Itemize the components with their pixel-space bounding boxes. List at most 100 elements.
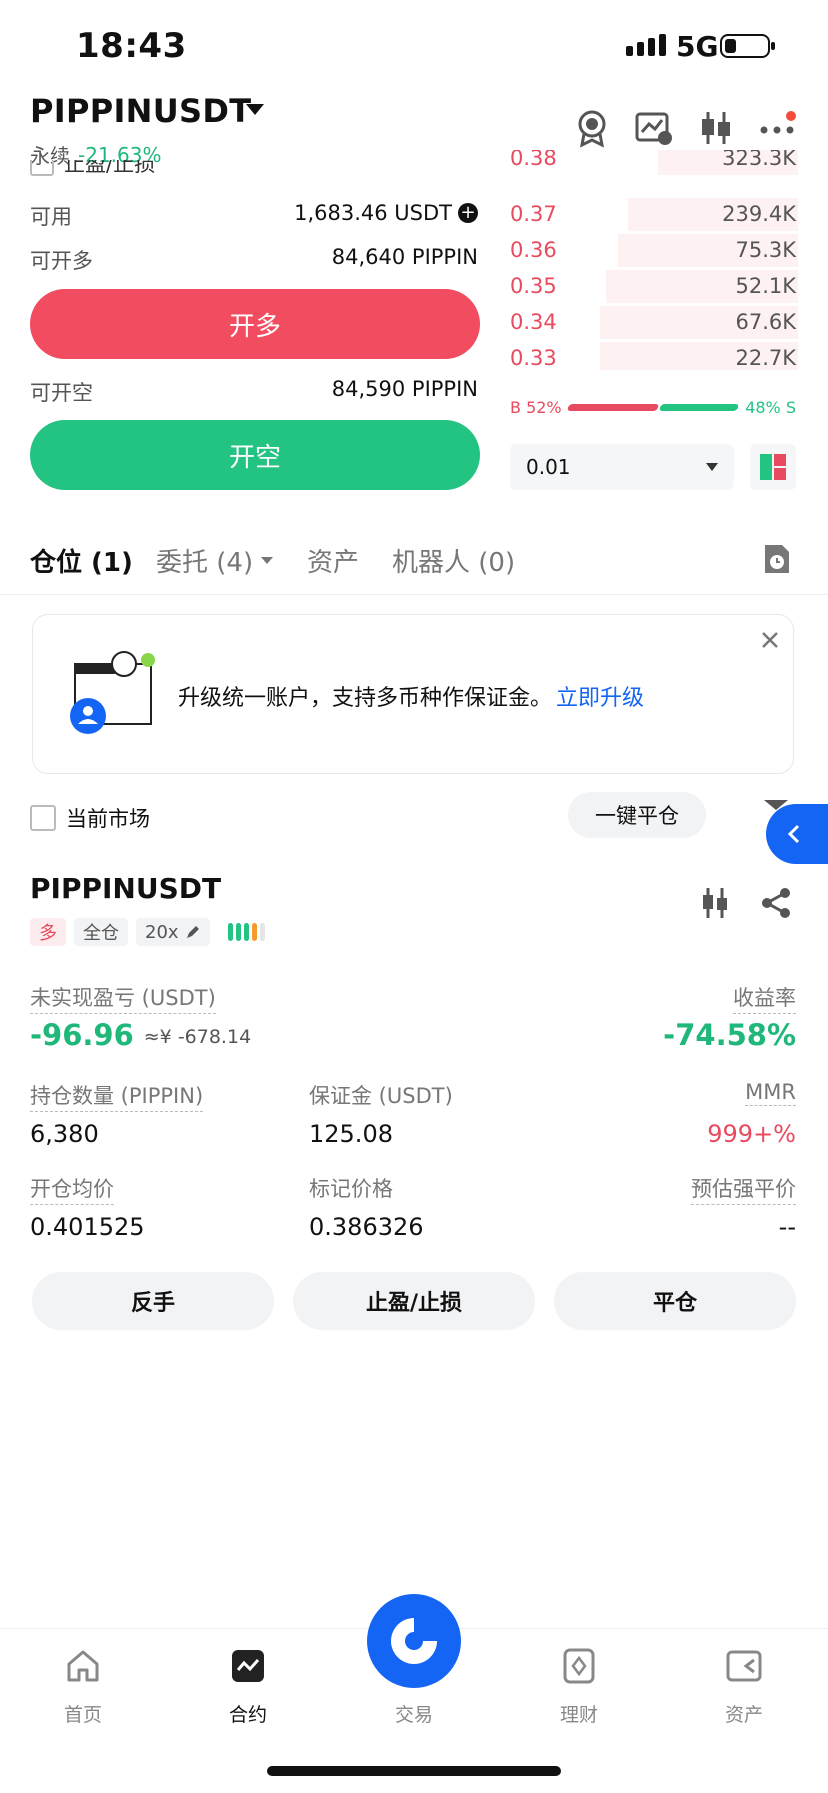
ask-qty: 239.4K [722, 202, 796, 226]
banner-text: 升级统一账户，支持多币种作保证金。 [178, 686, 553, 711]
open-short-value: 84,590 PIPPIN [331, 377, 478, 401]
sell-ratio: 48% S [745, 398, 796, 417]
mark-price-value: 0.386326 [309, 1213, 424, 1241]
upnl-label[interactable]: 未实现盈亏 (USDT) [30, 982, 216, 1014]
risk-level-icon [227, 923, 265, 941]
history-icon[interactable] [762, 542, 792, 576]
liq-price-label[interactable]: 预估强平价 [691, 1173, 796, 1205]
side-tag: 多 [30, 918, 66, 946]
margin-label: 保证金 (USDT) [309, 1084, 453, 1108]
ask-price: 0.38 [510, 150, 557, 170]
earn-icon [559, 1646, 599, 1686]
nav-assets-label: 资产 [724, 1704, 763, 1726]
size-value: 6,380 [30, 1120, 99, 1148]
roe-label[interactable]: 收益率 [733, 982, 796, 1014]
nav-trade-label[interactable]: 交易 [364, 1700, 464, 1727]
leverage-tag[interactable]: 20x [136, 918, 210, 946]
symbol-title[interactable]: PIPPINUSDT [30, 92, 251, 130]
ask-qty: 75.3K [735, 238, 796, 262]
close-position-button[interactable]: 平仓 [554, 1272, 796, 1330]
side-drawer-handle[interactable] [766, 804, 828, 864]
tab-orders-label: 委托 (4) [156, 548, 254, 578]
ask-price: 0.33 [510, 346, 557, 370]
account-illustration-icon [70, 650, 160, 736]
wallet-icon [724, 1646, 764, 1686]
chevron-down-icon [261, 557, 274, 564]
upnl-value: -96.96 [30, 1018, 134, 1052]
home-icon [63, 1646, 103, 1686]
ask-price: 0.37 [510, 202, 557, 226]
orderbook-layout-icon[interactable] [750, 444, 796, 490]
edit-icon [186, 926, 199, 938]
nav-home-label: 首页 [63, 1704, 102, 1726]
position-tags: 多 全仓 20x [30, 918, 265, 946]
upgrade-link[interactable]: 立即升级 [556, 680, 644, 712]
tpsl-checkbox-row[interactable]: 止盈/止损 [30, 160, 155, 182]
ask-price: 0.35 [510, 274, 557, 298]
upnl-row: -96.96 ≈¥ -678.14 [30, 1018, 251, 1052]
candlestick-icon[interactable] [700, 886, 730, 920]
open-short-button[interactable]: 开空 [30, 420, 480, 490]
open-long-label: 可开多 [30, 249, 93, 273]
chevron-down-icon[interactable] [246, 104, 264, 115]
ask-price: 0.34 [510, 310, 557, 334]
tabs-divider [0, 594, 828, 595]
available-label: 可用 [30, 205, 72, 229]
position-symbol[interactable]: PIPPINUSDT [30, 872, 221, 905]
orderbook-row[interactable]: 0.33 22.7K [510, 340, 798, 370]
orderbook-row[interactable]: 0.38 323.3K [510, 150, 798, 176]
add-funds-icon[interactable]: + [458, 203, 478, 223]
more-icon[interactable] [758, 108, 798, 148]
tab-assets[interactable]: 资产 [307, 542, 359, 579]
current-market-checkbox[interactable] [30, 805, 56, 831]
open-long-button[interactable]: 开多 [30, 289, 480, 359]
tab-orders[interactable]: 委托 (4) [156, 542, 274, 579]
status-time: 18:43 [76, 26, 187, 66]
open-long-value: 84,640 PIPPIN [331, 245, 478, 269]
nav-futures[interactable]: 合约 [198, 1646, 298, 1727]
chevron-down-icon [706, 463, 718, 471]
nav-home[interactable]: 首页 [33, 1646, 133, 1727]
share-icon[interactable] [760, 886, 792, 920]
liq-price-value: -- [778, 1213, 796, 1241]
orderbook-row[interactable]: 0.35 52.1K [510, 268, 798, 304]
orderbook-row[interactable]: 0.37 239.4K [510, 196, 798, 232]
entry-price-label[interactable]: 开仓均价 [30, 1173, 114, 1205]
nav-futures-label: 合约 [228, 1704, 267, 1726]
chart-settings-icon[interactable] [634, 108, 674, 148]
leverage-value: 20x [145, 921, 179, 943]
candlestick-icon[interactable] [696, 108, 736, 148]
mmr-value: 999+% [707, 1120, 796, 1148]
trade-icon[interactable] [367, 1594, 461, 1688]
signal-icon [626, 34, 666, 56]
close-all-button[interactable]: 一键平仓 [568, 792, 706, 838]
tab-bots[interactable]: 机器人 (0) [392, 542, 515, 579]
nav-earn[interactable]: 理财 [529, 1646, 629, 1727]
tpsl-checkbox[interactable] [30, 160, 54, 176]
current-market-filter[interactable]: 当前市场 [30, 803, 150, 833]
size-label[interactable]: 持仓数量 (PIPPIN) [30, 1080, 204, 1112]
battery-icon [720, 34, 775, 58]
current-market-label: 当前市场 [66, 807, 150, 831]
badge-icon[interactable] [572, 108, 612, 148]
orderbook-row[interactable]: 0.36 75.3K [510, 232, 798, 268]
margin-mode-tag[interactable]: 全仓 [74, 918, 128, 946]
tab-positions[interactable]: 仓位 (1) [30, 542, 133, 579]
available-row: 1,683.46 USDT + [294, 201, 478, 225]
precision-value: 0.01 [526, 455, 571, 479]
mark-price-label: 标记价格 [309, 1177, 393, 1201]
chevron-left-icon [787, 824, 800, 844]
buy-ratio: B 52% [510, 398, 562, 417]
mmr-label[interactable]: MMR [745, 1080, 796, 1106]
network-label: 5G [676, 30, 719, 63]
nav-assets[interactable]: 资产 [694, 1646, 794, 1727]
close-icon[interactable] [758, 628, 782, 652]
entry-price-value: 0.401525 [30, 1213, 145, 1241]
ask-qty: 22.7K [735, 346, 796, 370]
precision-select[interactable]: 0.01 [510, 444, 734, 490]
margin-value: 125.08 [309, 1120, 393, 1148]
banner-text-row: 升级统一账户，支持多币种作保证金。 立即升级 [178, 680, 644, 712]
tpsl-button[interactable]: 止盈/止损 [293, 1272, 535, 1330]
orderbook-row[interactable]: 0.34 67.6K [510, 304, 798, 340]
reverse-button[interactable]: 反手 [32, 1272, 274, 1330]
